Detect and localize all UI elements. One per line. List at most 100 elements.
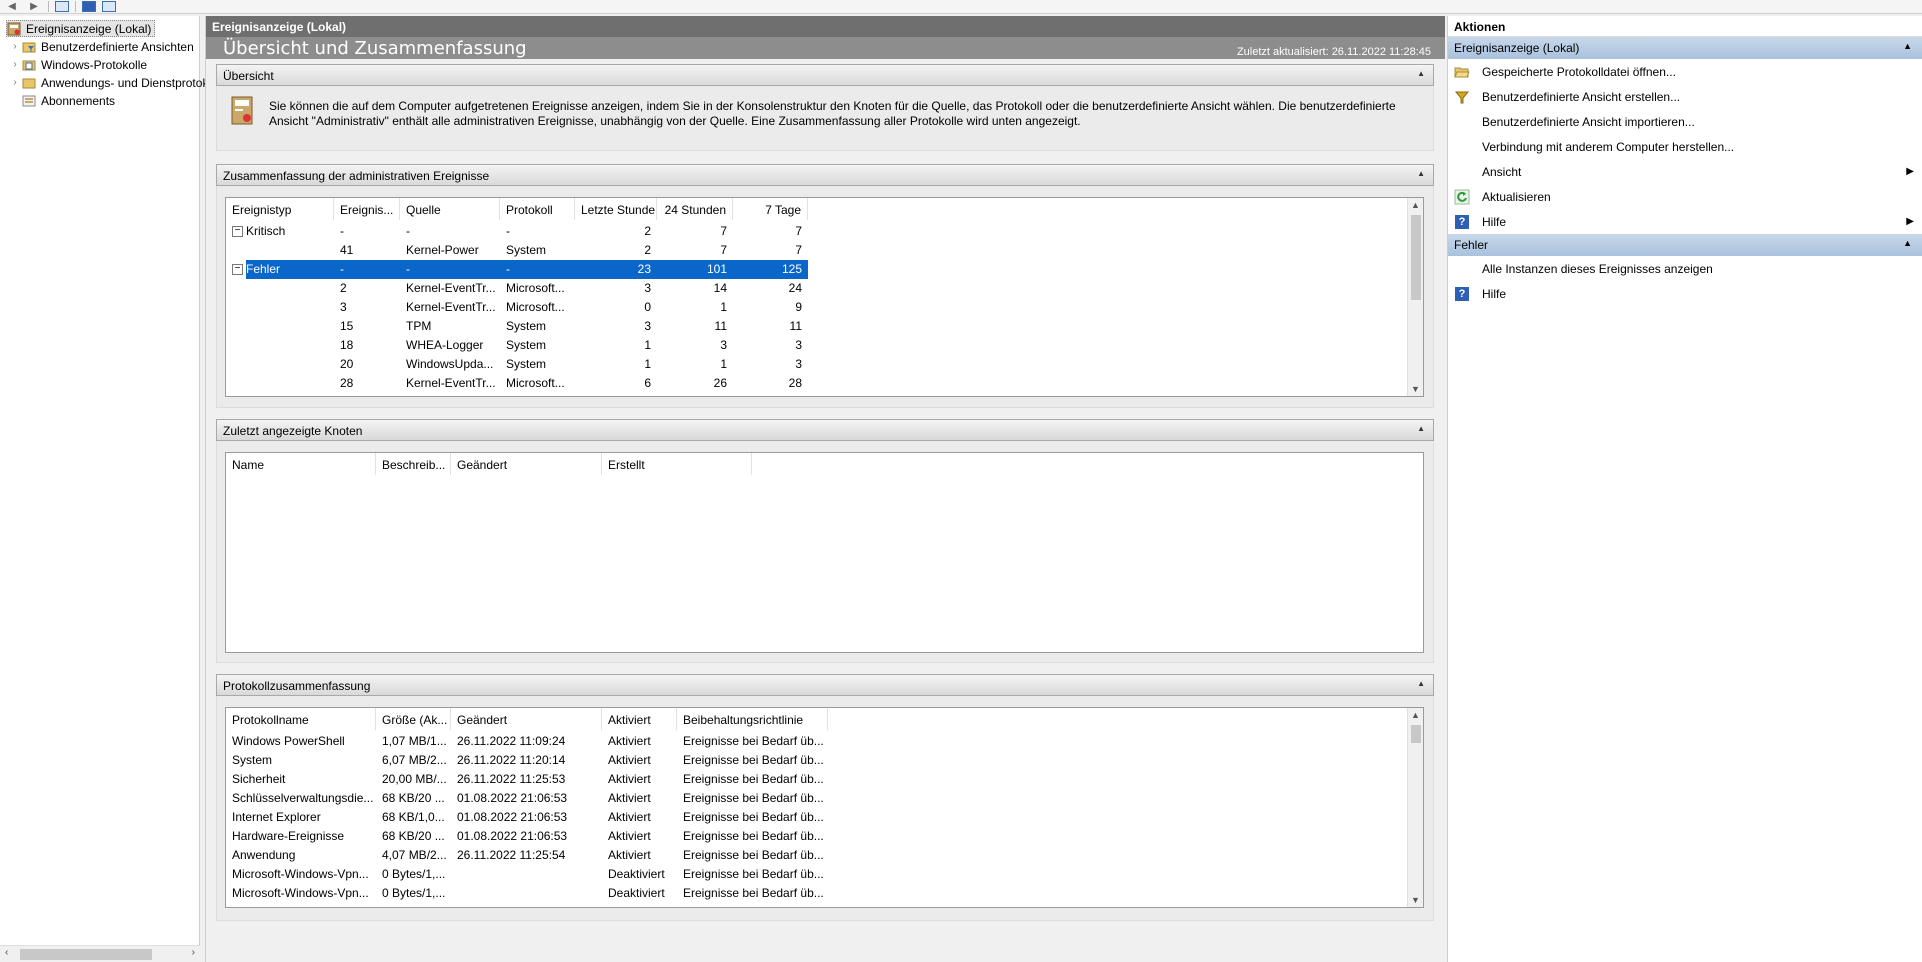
- collapse-icon[interactable]: ▲: [1903, 41, 1912, 51]
- scroll-down-icon[interactable]: ▼: [1411, 895, 1420, 905]
- tree-item-custom-views[interactable]: › Benutzerdefinierte Ansichten: [8, 38, 193, 55]
- column-header[interactable]: Ereignis...: [334, 198, 400, 220]
- action-item[interactable]: Aktualisieren: [1448, 184, 1922, 209]
- admin-summary-section: Zusammenfassung der administrativen Erei…: [216, 164, 1434, 408]
- table-row[interactable]: 20 WindowsUpda... System 1 1 3: [226, 355, 808, 374]
- chevron-right-icon[interactable]: ›: [8, 59, 22, 70]
- table-cell: Ereignisse bei Bedarf üb...: [683, 753, 824, 767]
- column-header[interactable]: Ereignistyp: [226, 198, 334, 220]
- scrollbar-thumb[interactable]: [20, 949, 152, 960]
- table-row[interactable]: Hardware-Ereignisse 68 KB/20 ... 01.08.202…: [226, 827, 828, 846]
- console-tree-icon[interactable]: [55, 1, 69, 12]
- column-header[interactable]: Erstellt: [602, 453, 752, 475]
- action-item[interactable]: Ansicht ▶: [1448, 159, 1922, 184]
- help-icon[interactable]: [82, 1, 96, 12]
- scroll-left-icon[interactable]: ‹: [5, 947, 8, 958]
- table-row[interactable]: 15 TPM System 3 11 11: [226, 317, 808, 336]
- column-header[interactable]: Geändert: [451, 453, 602, 475]
- tree-root-event-viewer[interactable]: Ereignisanzeige (Lokal): [6, 20, 156, 37]
- collapse-icon[interactable]: ▲: [1417, 69, 1425, 78]
- admin-summary-table[interactable]: Ereignistyp Ereignis... Quelle Protokoll…: [225, 197, 1424, 397]
- column-header[interactable]: 7 Tage: [733, 198, 808, 220]
- chevron-right-icon[interactable]: ›: [8, 41, 22, 52]
- action-pane-icon[interactable]: [102, 1, 116, 12]
- table-row[interactable]: 18 WHEA-Logger System 1 3 3: [226, 336, 808, 355]
- vertical-scrollbar[interactable]: ▲ ▼: [1407, 198, 1423, 396]
- scrollbar-thumb[interactable]: [1411, 215, 1421, 300]
- table-row[interactable]: System 6,07 MB/2... 26.11.2022 11:20:14 Akt…: [226, 751, 828, 770]
- table-cell: Deaktiviert: [608, 886, 665, 900]
- submenu-arrow-icon[interactable]: ▶: [1906, 166, 1914, 177]
- log-summary-header[interactable]: Protokollzusammenfassung ▲: [216, 674, 1434, 696]
- table-cell: Aktiviert: [608, 829, 651, 843]
- table-row[interactable]: − Fehler - - -23 101 125: [226, 260, 808, 279]
- column-header[interactable]: Letzte Stunde: [575, 198, 657, 220]
- table-cell: System: [232, 753, 273, 767]
- chevron-right-icon[interactable]: ›: [8, 77, 22, 88]
- tree-item-windows-logs[interactable]: › Windows-Protokolle: [8, 56, 147, 73]
- forward-arrow-icon[interactable]: ▶: [26, 1, 42, 13]
- tree-item-subscriptions[interactable]: Abonnements: [8, 92, 115, 109]
- actions-section-error[interactable]: Fehler ▲: [1448, 234, 1922, 256]
- column-header[interactable]: Name: [226, 453, 376, 475]
- recent-nodes-table[interactable]: Name Beschreib... Geändert Erstellt: [225, 452, 1424, 653]
- action-item[interactable]: Benutzerdefinierte Ansicht erstellen...: [1448, 84, 1922, 109]
- table-row[interactable]: Microsoft-Windows-Vpn... 0 Bytes/1,... Dea…: [226, 884, 828, 903]
- collapse-icon[interactable]: ▲: [1417, 169, 1425, 178]
- action-item[interactable]: ? Hilfe ▶: [1448, 209, 1922, 234]
- column-header[interactable]: Quelle: [400, 198, 500, 220]
- collapse-icon[interactable]: ▲: [1903, 238, 1912, 248]
- column-header[interactable]: Protokoll: [500, 198, 575, 220]
- table-row[interactable]: 41 Kernel-Power System 2 7 7: [226, 241, 808, 260]
- table-row[interactable]: Internet Explorer 68 KB/1,0... 01.08.2022 …: [226, 808, 828, 827]
- table-cell: 26.11.2022 11:25:53: [457, 772, 566, 786]
- table-cell: Kernel-EventTr...: [406, 300, 496, 314]
- action-item[interactable]: Alle Instanzen dieses Ereignisses anzeig…: [1448, 256, 1922, 281]
- actions-section-event-viewer[interactable]: Ereignisanzeige (Lokal) ▲: [1448, 37, 1922, 59]
- table-row[interactable]: Schlüsselverwaltungsdie... 68 KB/20 ... 01…: [226, 789, 828, 808]
- table-cell: 18: [340, 338, 354, 352]
- event-viewer-icon: [7, 22, 21, 36]
- scrollbar-thumb[interactable]: [1411, 725, 1421, 743]
- tree-item-app-service-logs[interactable]: › Anwendungs- und Dienstprotokolle: [8, 74, 227, 91]
- submenu-arrow-icon[interactable]: ▶: [1906, 216, 1914, 227]
- action-label: Ansicht: [1482, 164, 1522, 179]
- column-header[interactable]: Protokollname: [226, 708, 376, 730]
- column-header[interactable]: Beibehaltungsrichtlinie: [677, 708, 828, 730]
- action-item[interactable]: Benutzerdefinierte Ansicht importieren..…: [1448, 109, 1922, 134]
- table-cell: Aktiviert: [608, 734, 651, 748]
- table-row[interactable]: Anwendung 4,07 MB/2... 26.11.2022 11:25:54…: [226, 846, 828, 865]
- collapse-icon[interactable]: ▲: [1417, 679, 1425, 688]
- scroll-right-icon[interactable]: ›: [192, 947, 195, 958]
- scroll-up-icon[interactable]: ▲: [1411, 710, 1420, 720]
- action-item[interactable]: Verbindung mit anderem Computer herstell…: [1448, 134, 1922, 159]
- column-header[interactable]: Aktiviert: [602, 708, 677, 730]
- table-row[interactable]: Microsoft-Windows-Vpn... 0 Bytes/1,... Dea…: [226, 865, 828, 884]
- collapse-icon[interactable]: ▲: [1417, 424, 1425, 433]
- vertical-scrollbar[interactable]: ▲ ▼: [1407, 708, 1423, 907]
- column-header[interactable]: Geändert: [451, 708, 602, 730]
- recent-nodes-header[interactable]: Zuletzt angezeigte Knoten ▲: [216, 419, 1434, 441]
- table-row[interactable]: 28 Kernel-EventTr... Microsoft... 6 26 28: [226, 374, 808, 393]
- table-cell: Schlüsselverwaltungsdie...: [232, 791, 374, 805]
- admin-summary-header[interactable]: Zusammenfassung der administrativen Erei…: [216, 164, 1434, 186]
- table-row[interactable]: 2 Kernel-EventTr... Microsoft... 3 14 24: [226, 279, 808, 298]
- table-cell: Anwendung: [232, 848, 296, 862]
- tree-horizontal-scrollbar[interactable]: ‹ ›: [0, 945, 200, 962]
- column-header[interactable]: Beschreib...: [376, 453, 451, 475]
- table-cell: 7: [795, 224, 802, 238]
- column-header[interactable]: Größe (Ak...: [376, 708, 451, 730]
- table-row[interactable]: − Kritisch - - -2 7 7: [226, 222, 808, 241]
- log-summary-table[interactable]: Protokollname Größe (Ak... Geändert Akti…: [225, 707, 1424, 908]
- scroll-down-icon[interactable]: ▼: [1411, 384, 1420, 394]
- action-item[interactable]: Gespeicherte Protokolldatei öffnen...: [1448, 59, 1922, 84]
- scroll-up-icon[interactable]: ▲: [1411, 200, 1420, 210]
- back-arrow-icon[interactable]: ◀: [4, 1, 20, 13]
- column-header[interactable]: 24 Stunden: [657, 198, 733, 220]
- table-row[interactable]: Windows PowerShell 1,07 MB/1... 26.11.2022…: [226, 732, 828, 751]
- table-cell: Kernel-EventTr...: [406, 281, 496, 295]
- action-item[interactable]: ? Hilfe: [1448, 281, 1922, 306]
- table-row[interactable]: Sicherheit 20,00 MB/... 26.11.2022 11:25:5…: [226, 770, 828, 789]
- overview-header[interactable]: Übersicht ▲: [216, 64, 1434, 86]
- table-row[interactable]: 3 Kernel-EventTr... Microsoft... 0 1 9: [226, 298, 808, 317]
